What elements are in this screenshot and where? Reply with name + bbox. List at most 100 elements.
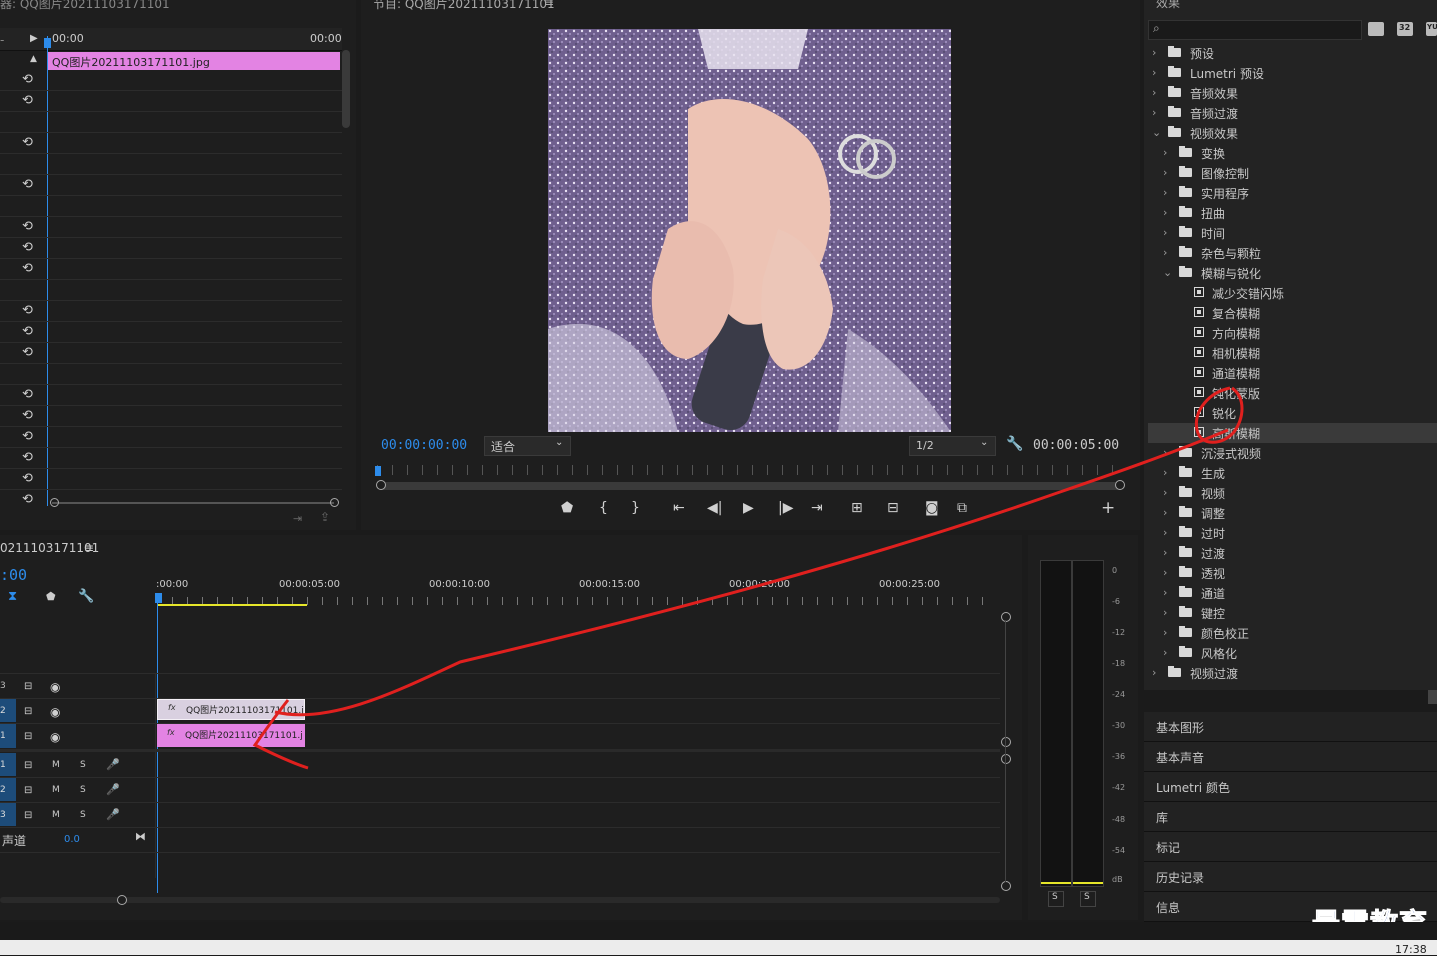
film-icon[interactable]: ⊟	[24, 810, 32, 821]
master-end-icon[interactable]: ⧓	[135, 830, 146, 843]
reset-icon[interactable]: ⟲	[22, 408, 40, 424]
mic-icon[interactable]: 🎤	[106, 758, 120, 771]
effect-item-row[interactable]: 通道模糊	[1148, 363, 1437, 383]
solo-button[interactable]: S	[80, 760, 86, 770]
wrench-icon[interactable]: 🔧	[78, 589, 94, 604]
effects-folder-row[interactable]: ⌄ 视频效果	[1148, 123, 1437, 143]
vscroll-handle-mid[interactable]	[1001, 737, 1011, 747]
solo-right-button[interactable]: S	[1080, 891, 1096, 907]
chevron-right-icon[interactable]: ›	[1163, 246, 1167, 259]
reset-icon[interactable]: ⟲	[22, 345, 40, 361]
effect-item-row[interactable]: 锐化	[1148, 403, 1437, 423]
effects-folder-row[interactable]: › 透视	[1148, 563, 1437, 583]
reset-icon[interactable]: ⟲	[22, 492, 40, 508]
solo-button[interactable]: S	[80, 810, 86, 820]
chevron-right-icon[interactable]: ›	[1163, 586, 1167, 599]
vscroll-handle-mid2[interactable]	[1001, 754, 1011, 764]
film-icon[interactable]: ⊟	[24, 681, 32, 692]
chevron-right-icon[interactable]: ›	[1163, 526, 1167, 539]
chevron-right-icon[interactable]: ›	[1163, 506, 1167, 519]
step-back-icon[interactable]: ◀|	[707, 500, 722, 516]
timeline-hscroll[interactable]	[0, 897, 1000, 903]
timeline-clip-v2[interactable]: fx QQ图片20211103171101.j	[157, 699, 305, 720]
chevron-right-icon[interactable]: ›	[1152, 66, 1156, 79]
eye-icon[interactable]: ◉	[50, 705, 60, 719]
chevron-right-icon[interactable]: ›	[1163, 186, 1167, 199]
effect-item-row[interactable]: 钝化蒙版	[1148, 383, 1437, 403]
share-icon[interactable]: ⇪	[320, 510, 330, 524]
timeline-hscroll-handle[interactable]	[117, 895, 127, 905]
scrub-handle-right[interactable]	[1115, 480, 1125, 490]
track-id-a3[interactable]: 3	[0, 810, 6, 820]
reset-icon[interactable]: ⟲	[22, 324, 40, 340]
reset-icon[interactable]: ⟲	[22, 261, 40, 277]
effects-folder-row[interactable]: › 音频效果	[1148, 83, 1437, 103]
effect-item-row[interactable]: 方向模糊	[1148, 323, 1437, 343]
chevron-down-icon[interactable]: ⌄	[1163, 266, 1172, 279]
collapse-triangle-icon[interactable]: ▲	[30, 54, 37, 64]
marker-icon[interactable]: ⬟	[46, 590, 56, 603]
tab-essential-graphics[interactable]: 基本图形	[1144, 712, 1437, 742]
chevron-right-icon[interactable]: ›	[1152, 666, 1156, 679]
reset-icon[interactable]: ⟲	[22, 450, 40, 466]
camera-icon[interactable]: ◙	[925, 500, 939, 516]
effects-folder-row[interactable]: › 过渡	[1148, 543, 1437, 563]
accelerated-effects-icon[interactable]	[1368, 22, 1384, 36]
extract-icon[interactable]: ⊟	[887, 500, 899, 516]
yuv-effects-icon[interactable]: YU	[1426, 22, 1437, 36]
chevron-right-icon[interactable]: ›	[1152, 106, 1156, 119]
mic-icon[interactable]: 🎤	[106, 783, 120, 796]
add-button-icon[interactable]: +	[1101, 498, 1115, 518]
source-scrollbar[interactable]	[342, 50, 350, 128]
tab-essential-sound[interactable]: 基本声音	[1144, 742, 1437, 772]
vscroll-handle-top[interactable]	[1001, 612, 1011, 622]
source-clip-bar[interactable]: QQ图片20211103171101.jpg	[48, 52, 340, 70]
wrench-icon[interactable]: 🔧	[1006, 436, 1023, 452]
timeline-playhead[interactable]	[157, 601, 158, 893]
program-playhead-marker[interactable]	[375, 466, 381, 476]
effects-folder-row[interactable]: › 视频过渡	[1148, 663, 1437, 683]
go-to-out-icon[interactable]: ⇥	[811, 500, 823, 516]
sequence-menu-icon[interactable]: ≡	[84, 541, 94, 555]
compare-view-icon[interactable]: ⧉	[957, 500, 967, 516]
zoom-handle-right[interactable]	[330, 498, 339, 507]
play-triangle-icon[interactable]: ▶	[30, 33, 38, 44]
chevron-right-icon[interactable]: ›	[1163, 566, 1167, 579]
reset-icon[interactable]: ⟲	[22, 471, 40, 487]
reset-icon[interactable]: ⟲	[22, 93, 40, 109]
effect-item-row[interactable]: 高斯模糊	[1148, 423, 1437, 443]
track-id-v2[interactable]: 2	[0, 706, 6, 716]
lift-icon[interactable]: ⊞	[851, 500, 863, 516]
effects-folder-row[interactable]: › 音频过渡	[1148, 103, 1437, 123]
effects-folder-row[interactable]: › 实用程序	[1148, 183, 1437, 203]
effect-item-row[interactable]: 复合模糊	[1148, 303, 1437, 323]
track-id-a1[interactable]: 1	[0, 760, 6, 770]
snap-icon[interactable]: ⧗	[8, 589, 17, 604]
export-frame-icon[interactable]: ⇥	[293, 512, 302, 525]
resolution-dropdown[interactable]: 1/2 ⌄	[909, 436, 996, 456]
timeline-playhead-time[interactable]: :00	[0, 566, 27, 584]
timeline-clip-v1[interactable]: fx QQ图片20211103171101.j	[157, 724, 305, 747]
effects-folder-row[interactable]: › Lumetri 预设	[1148, 63, 1437, 83]
reset-icon[interactable]: ⟲	[22, 219, 40, 235]
mark-out-icon[interactable]: }	[631, 500, 640, 516]
chevron-right-icon[interactable]: ›	[1163, 606, 1167, 619]
reset-icon[interactable]: ⟲	[22, 177, 40, 193]
effects-folder-row[interactable]: › 杂色与颗粒	[1148, 243, 1437, 263]
effects-folder-row[interactable]: › 风格化	[1148, 643, 1437, 663]
effects-folder-row[interactable]: › 变换	[1148, 143, 1437, 163]
solo-left-button[interactable]: S	[1048, 891, 1064, 907]
reset-icon[interactable]: ⟲	[22, 387, 40, 403]
chevron-right-icon[interactable]: ›	[1163, 166, 1167, 179]
track-id-a2[interactable]: 2	[0, 785, 6, 795]
tab-lumetri-color[interactable]: Lumetri 颜色	[1144, 772, 1437, 802]
step-forward-icon[interactable]: |▶	[778, 500, 793, 516]
mic-icon[interactable]: 🎤	[106, 808, 120, 821]
reset-icon[interactable]: ⟲	[22, 240, 40, 256]
chevron-right-icon[interactable]: ›	[1163, 466, 1167, 479]
mute-button[interactable]: M	[52, 760, 60, 770]
program-scrub-bar[interactable]	[381, 482, 1121, 490]
effects-folder-row[interactable]: › 视频	[1148, 483, 1437, 503]
effects-folder-row[interactable]: › 时间	[1148, 223, 1437, 243]
effect-item-row[interactable]: 相机模糊	[1148, 343, 1437, 363]
